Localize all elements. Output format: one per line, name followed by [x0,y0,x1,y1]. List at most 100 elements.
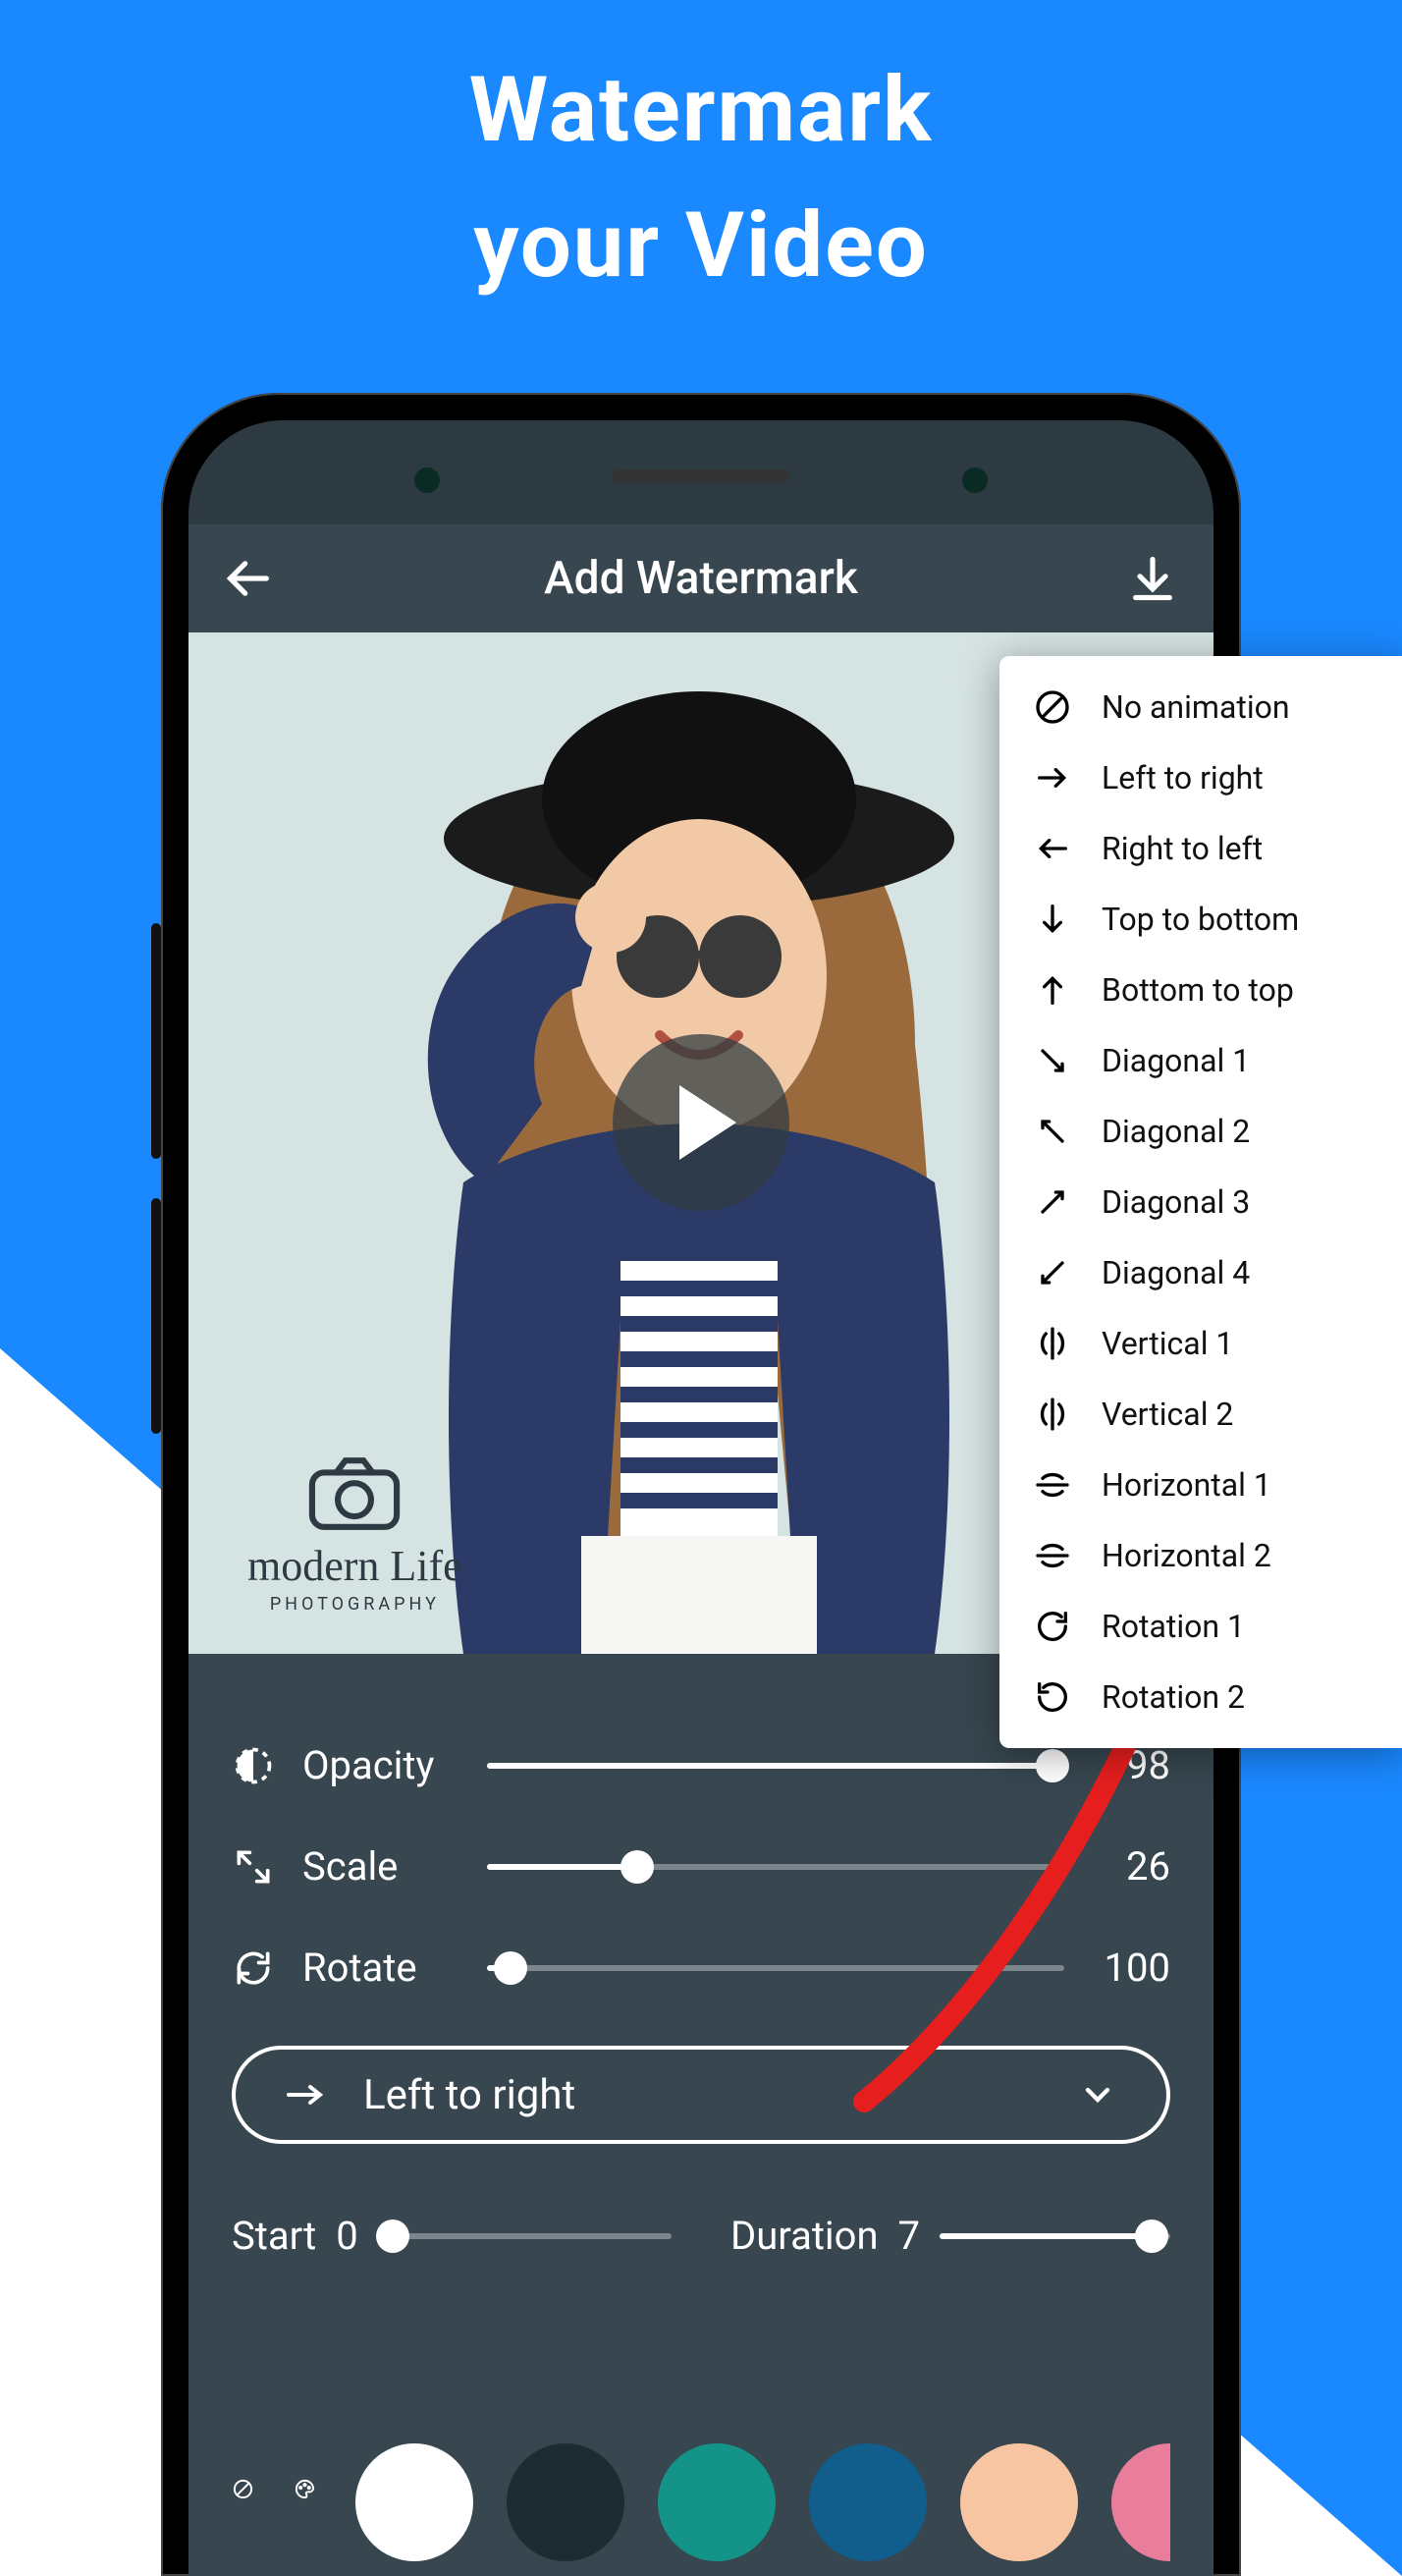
animation-menu-item[interactable]: Diagonal 1 [999,1025,1402,1096]
no-color-button[interactable] [232,2478,254,2527]
promo-title-line1: Watermark [0,43,1402,179]
color-row [189,2429,1213,2576]
watermark-subtitle: PHOTOGRAPHY [247,1594,462,1615]
animation-menu-label: Diagonal 3 [1102,1183,1250,1221]
color-swatch[interactable] [658,2443,776,2561]
animation-menu-label: Left to right [1102,759,1264,796]
flip-h2-icon [1033,1536,1072,1575]
arrow-right-icon [285,2083,328,2107]
download-icon [1127,553,1178,604]
app-toolbar: Add Watermark [189,524,1213,632]
animation-menu-label: Vertical 1 [1102,1325,1233,1362]
animation-menu-item[interactable]: Horizontal 2 [999,1520,1402,1591]
controls-panel: Opacity 98 Scale 26 Rotate [189,1654,1213,2576]
flip-v1-icon [1033,1324,1072,1363]
animation-dropdown[interactable]: Left to right [232,2046,1170,2144]
animation-menu-item[interactable]: Vertical 1 [999,1308,1402,1379]
play-button[interactable] [613,1034,789,1211]
arrow-down-icon [1033,900,1072,939]
palette-button[interactable] [294,2478,316,2527]
save-button[interactable] [1127,553,1178,604]
animation-selected-label: Left to right [363,2071,575,2119]
opacity-slider[interactable] [487,1763,1064,1769]
phone-side-button [151,1198,161,1434]
start-slider[interactable] [378,2233,672,2239]
rot-ccw-icon [1033,1677,1072,1717]
duration-group: Duration 7 [730,2213,1170,2259]
start-group: Start 0 [232,2213,672,2259]
animation-menu-item[interactable]: Top to bottom [999,884,1402,955]
rotate-label: Rotate [302,1945,459,1991]
rotate-slider[interactable] [487,1965,1064,1971]
duration-slider[interactable] [940,2233,1170,2239]
color-swatch[interactable] [1111,2443,1170,2561]
scale-value: 26 [1092,1843,1170,1890]
animation-menu-label: Right to left [1102,830,1263,867]
watermark-brand: modern Life [247,1545,462,1588]
arrow-right-icon [1033,758,1072,797]
color-swatch[interactable] [355,2443,473,2561]
opacity-value: 98 [1092,1742,1170,1788]
phone-speaker [613,469,789,483]
animation-menu-label: Horizontal 2 [1102,1537,1271,1574]
diag-ur-icon [1033,1182,1072,1222]
animation-menu-item[interactable]: Vertical 2 [999,1379,1402,1450]
rotate-row: Rotate 100 [232,1945,1170,1991]
color-swatch[interactable] [960,2443,1078,2561]
phone-camera [962,467,988,493]
watermark-overlay[interactable]: modern Life PHOTOGRAPHY [247,1454,462,1615]
flip-h1-icon [1033,1465,1072,1505]
start-value: 0 [336,2213,357,2259]
promo-title: Watermark your Video [0,43,1402,314]
animation-menu-item[interactable]: Right to left [999,813,1402,884]
animation-menu-label: Diagonal 1 [1102,1042,1250,1079]
animation-menu-label: Rotation 2 [1102,1678,1245,1716]
rotate-icon [232,1946,275,1990]
phone-camera [414,467,440,493]
animation-menu-item[interactable]: Left to right [999,742,1402,813]
flip-v2-icon [1033,1395,1072,1434]
animation-menu-label: Horizontal 1 [1102,1466,1271,1504]
animation-menu-item[interactable]: Horizontal 1 [999,1450,1402,1520]
start-duration-row: Start 0 Duration 7 [232,2213,1170,2259]
animation-menu-item[interactable]: Diagonal 2 [999,1096,1402,1167]
color-swatch[interactable] [809,2443,927,2561]
camera-icon [305,1454,404,1533]
color-swatch[interactable] [507,2443,624,2561]
animation-menu: No animation Left to right Right to left To… [999,656,1402,1748]
animation-menu-label: Rotation 1 [1102,1608,1245,1645]
chevron-down-icon [1078,2075,1117,2114]
none-icon [1033,687,1072,727]
animation-menu-label: No animation [1102,688,1290,726]
start-label: Start [232,2213,316,2259]
animation-menu-label: Diagonal 4 [1102,1254,1250,1291]
scale-icon [232,1845,275,1889]
animation-menu-item[interactable]: Bottom to top [999,955,1402,1025]
animation-menu-item[interactable]: Rotation 2 [999,1662,1402,1732]
opacity-row: Opacity 98 [232,1742,1170,1788]
animation-menu-item[interactable]: Diagonal 4 [999,1237,1402,1308]
animation-menu-label: Bottom to top [1102,971,1294,1009]
rotate-value: 100 [1092,1945,1170,1991]
scale-row: Scale 26 [232,1843,1170,1890]
arrow-up-icon [1033,970,1072,1010]
diag-dl-icon [1033,1253,1072,1292]
phone-side-button [151,923,161,1159]
animation-menu-item[interactable]: Diagonal 3 [999,1167,1402,1237]
scale-label: Scale [302,1843,459,1890]
animation-menu-item[interactable]: Rotation 1 [999,1591,1402,1662]
opacity-icon [232,1744,275,1787]
animation-menu-item[interactable]: No animation [999,672,1402,742]
page-title: Add Watermark [275,552,1127,605]
arrow-left-icon [1033,829,1072,868]
back-button[interactable] [224,553,275,604]
rot-cw-icon [1033,1607,1072,1646]
opacity-label: Opacity [302,1742,459,1788]
diag-dr-icon [1033,1041,1072,1080]
animation-menu-label: Vertical 2 [1102,1396,1233,1433]
animation-menu-label: Diagonal 2 [1102,1113,1250,1150]
promo-title-line2: your Video [0,179,1402,314]
scale-slider[interactable] [487,1864,1064,1870]
duration-value: 7 [898,2213,920,2259]
arrow-left-icon [224,553,275,604]
